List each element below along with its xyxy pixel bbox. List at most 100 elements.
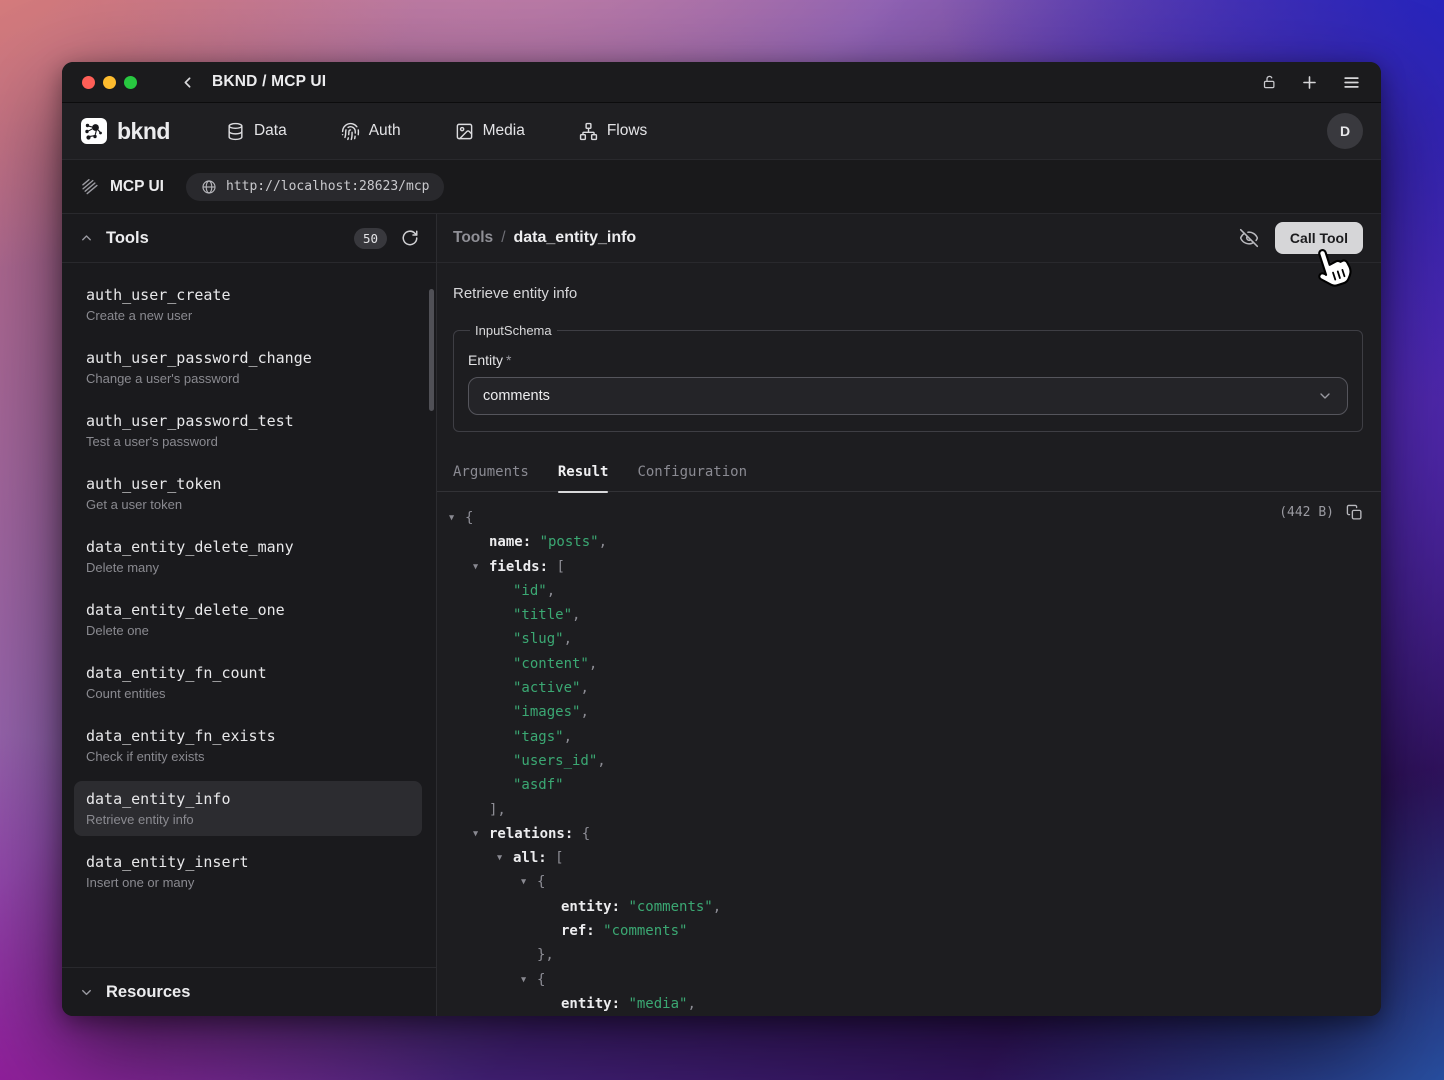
sidebar-item-data_entity_fn_exists[interactable]: data_entity_fn_existsCheck if entity exi…	[74, 718, 422, 773]
nav-item-label: Flows	[607, 122, 647, 140]
user-avatar[interactable]: D	[1327, 113, 1363, 149]
window-title: BKND / MCP UI	[212, 73, 326, 91]
image-icon	[455, 122, 474, 141]
json-line: "id",	[451, 579, 1363, 603]
fingerprint-icon	[341, 122, 360, 141]
result-tabs: Arguments Result Configuration	[437, 452, 1381, 492]
app-window: BKND / MCP UI	[62, 62, 1381, 1016]
menu-button[interactable]	[1342, 73, 1361, 92]
nav-item-flows[interactable]: Flows	[579, 122, 647, 141]
resources-section-header[interactable]: Resources	[62, 967, 436, 1016]
collapse-toggle-icon[interactable]: ▼	[473, 822, 478, 846]
mcp-ui-label: MCP UI	[110, 178, 164, 196]
result-pane: (442 B) ▼{name: "posts",▼fields: ["id","…	[437, 492, 1381, 1016]
required-marker: *	[506, 352, 511, 368]
eye-off-icon[interactable]	[1239, 228, 1259, 248]
json-line: "asdf"	[451, 773, 1363, 797]
collapse-toggle-icon[interactable]: ▼	[521, 870, 526, 894]
nav-item-media[interactable]: Media	[455, 122, 525, 141]
chevron-left-icon	[179, 74, 196, 91]
collapse-toggle-icon[interactable]: ▼	[473, 555, 478, 579]
json-line: ▼{	[451, 870, 1363, 894]
sidebar-item-auth_user_password_change[interactable]: auth_user_password_changeChange a user's…	[74, 340, 422, 395]
tool-description: Insert one or many	[86, 875, 410, 890]
entity-select-value: comments	[483, 388, 550, 404]
sidebar-item-auth_user_create[interactable]: auth_user_create Create a new user	[74, 277, 422, 332]
json-line: "active",	[451, 676, 1363, 700]
lock-open-icon[interactable]	[1262, 74, 1277, 90]
json-line: name: "posts",	[451, 530, 1363, 554]
sidebar-item-auth_user_token[interactable]: auth_user_tokenGet a user token	[74, 466, 422, 521]
refresh-tools-button[interactable]	[401, 229, 419, 247]
sidebar-scrollbar-thumb[interactable]	[429, 289, 434, 411]
collapse-toggle-icon[interactable]: ▼	[449, 506, 454, 530]
tool-name: data_entity_delete_one	[86, 601, 410, 619]
breadcrumb-separator: /	[501, 229, 505, 247]
collapse-toggle-icon[interactable]: ▼	[497, 846, 502, 870]
json-line: "slug",	[451, 627, 1363, 651]
tools-section-header[interactable]: Tools 50	[62, 214, 436, 263]
collapse-toggle-icon[interactable]: ▼	[521, 968, 526, 992]
json-line: ],	[451, 798, 1363, 822]
tool-name: data_entity_fn_exists	[86, 727, 410, 745]
json-line: "users_id",	[451, 749, 1363, 773]
workflow-icon	[579, 122, 598, 141]
chevron-up-icon[interactable]	[79, 231, 94, 246]
tool-description: Create a new user	[86, 308, 410, 323]
tool-description: Retrieve entity info	[453, 285, 1365, 302]
call-tool-button[interactable]: Call Tool	[1275, 222, 1363, 254]
entity-select[interactable]: comments	[468, 377, 1348, 415]
json-line: ▼relations: {	[451, 822, 1363, 846]
traffic-lights	[82, 76, 137, 89]
tool-name: auth_user_password_change	[86, 349, 410, 367]
maximize-window-button[interactable]	[124, 76, 137, 89]
tab-arguments[interactable]: Arguments	[453, 452, 529, 492]
json-viewer: ▼{name: "posts",▼fields: ["id","title","…	[451, 506, 1363, 1016]
json-line: entity: "comments",	[451, 895, 1363, 919]
window-titlebar: BKND / MCP UI	[62, 62, 1381, 103]
refresh-icon	[401, 229, 419, 247]
nav-item-data[interactable]: Data	[226, 122, 287, 141]
tools-section-title: Tools	[106, 229, 149, 248]
json-line: ▼{	[451, 968, 1363, 992]
database-icon	[226, 122, 245, 141]
close-window-button[interactable]	[82, 76, 95, 89]
tool-name: data_entity_info	[86, 790, 410, 808]
mcp-url: http://localhost:28623/mcp	[226, 179, 430, 194]
brand-logo[interactable]: bknd	[80, 117, 170, 145]
main-nav: Data Auth Media Flows	[226, 122, 647, 141]
breadcrumb-tools-link[interactable]: Tools	[453, 229, 493, 247]
mcp-url-chip[interactable]: http://localhost:28623/mcp	[186, 173, 445, 201]
nav-item-auth[interactable]: Auth	[341, 122, 401, 141]
tab-result[interactable]: Result	[558, 452, 609, 492]
sidebar-item-data_entity_delete_one[interactable]: data_entity_delete_oneDelete one	[74, 592, 422, 647]
input-schema-legend: InputSchema	[470, 323, 557, 338]
tool-description: Test a user's password	[86, 434, 410, 449]
sidebar-item-data_entity_fn_count[interactable]: data_entity_fn_countCount entities	[74, 655, 422, 710]
plus-icon	[1300, 73, 1319, 92]
minimize-window-button[interactable]	[103, 76, 116, 89]
sidebar-item-data_entity_delete_many[interactable]: data_entity_delete_many Delete many	[74, 529, 422, 584]
json-line: },	[451, 943, 1363, 967]
breadcrumb-tool-name: data_entity_info	[514, 229, 637, 247]
tool-name: auth_user_create	[86, 286, 410, 304]
globe-icon	[201, 179, 217, 195]
tool-name: auth_user_token	[86, 475, 410, 493]
json-line: "title",	[451, 603, 1363, 627]
sidebar-item-data_entity_info[interactable]: data_entity_infoRetrieve entity info	[74, 781, 422, 836]
json-line: ▼{	[451, 506, 1363, 530]
brand-name: bknd	[117, 118, 170, 145]
new-tab-button[interactable]	[1300, 73, 1319, 92]
nav-item-label: Data	[254, 122, 287, 140]
tool-name: data_entity_delete_many	[86, 538, 410, 556]
input-schema-fieldset: InputSchema Entity* comments	[453, 323, 1363, 432]
tool-description: Delete many	[86, 560, 410, 575]
json-line: "content",	[451, 652, 1363, 676]
sidebar-item-data_entity_insert[interactable]: data_entity_insertInsert one or many	[74, 844, 422, 899]
back-button[interactable]	[179, 74, 196, 91]
sidebar-item-auth_user_password_test[interactable]: auth_user_password_testTest a user's pas…	[74, 403, 422, 458]
tab-configuration[interactable]: Configuration	[637, 452, 747, 492]
tool-list: auth_user_createCreate a new userauth_us…	[62, 263, 436, 967]
entity-field-label: Entity*	[468, 352, 1348, 368]
json-line: ref: "comments"	[451, 919, 1363, 943]
